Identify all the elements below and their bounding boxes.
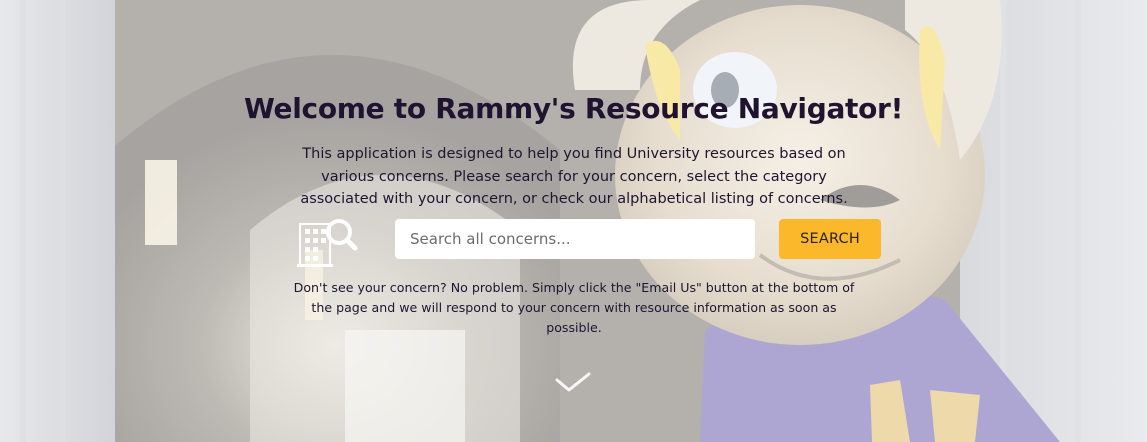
search-input[interactable] [395,219,755,259]
building-search-icon [297,219,358,267]
intro-text: This application is designed to help you… [300,146,848,207]
hero-section: Welcome to Rammy's Resource Navigator! T… [0,0,1147,442]
chevron-down-icon[interactable] [553,370,593,396]
hero-content: Welcome to Rammy's Resource Navigator! T… [0,0,1147,442]
help-text: Don't see your concern? No problem. Simp… [293,280,855,335]
page-title: Welcome to Rammy's Resource Navigator! [243,92,904,125]
search-button[interactable]: SEARCH [779,219,881,259]
